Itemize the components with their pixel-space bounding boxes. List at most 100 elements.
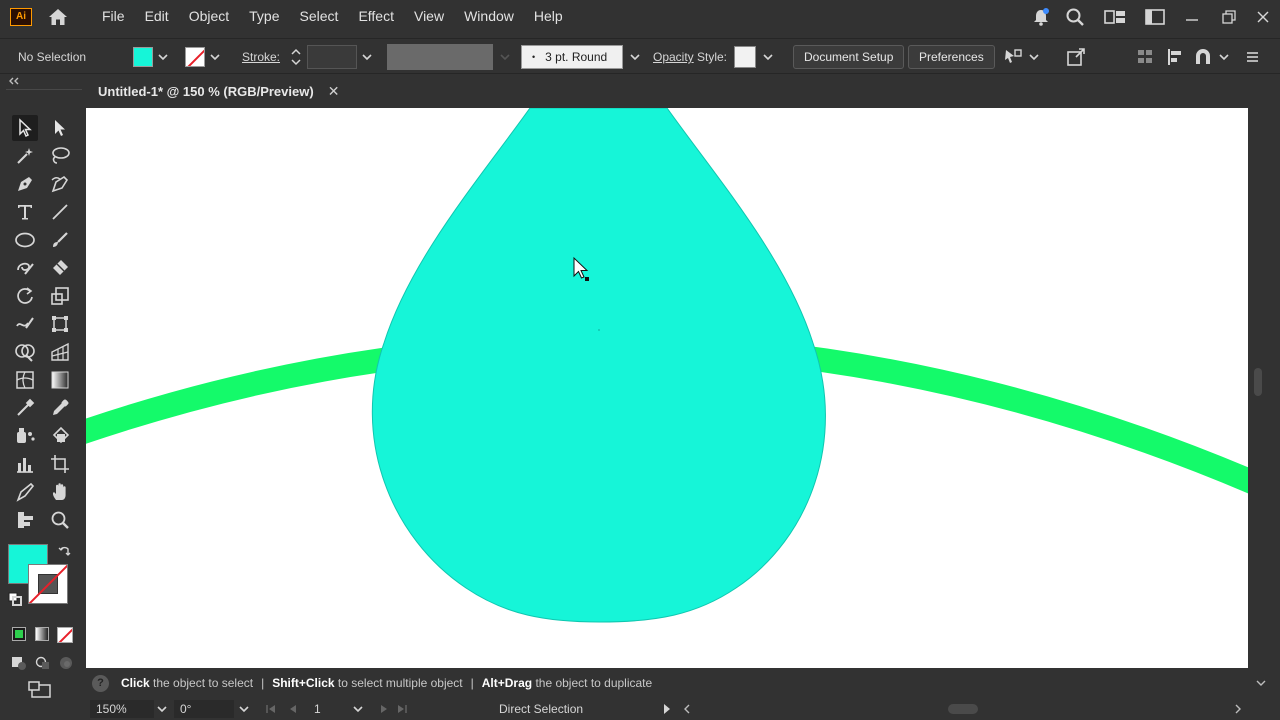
previous-artboard-icon[interactable] (286, 703, 302, 715)
menu-effect[interactable]: Effect (348, 0, 404, 33)
restore-icon[interactable] (1212, 0, 1246, 33)
scroll-right-arrow-icon[interactable] (1233, 698, 1243, 720)
zoom-tool-icon[interactable] (47, 507, 73, 533)
chevron-down-icon[interactable] (238, 703, 250, 715)
chevron-down-icon[interactable] (762, 51, 774, 63)
line-segment-tool-icon[interactable] (47, 199, 73, 225)
search-icon[interactable] (1058, 0, 1092, 33)
zoom-field[interactable]: 150% (90, 700, 154, 718)
graphic-style-control[interactable] (734, 39, 774, 75)
live-paint-bucket-tool-icon[interactable] (47, 423, 73, 449)
rotation-control[interactable]: 0° (174, 698, 250, 720)
scroll-down-arrow-icon[interactable] (1256, 678, 1266, 688)
magic-wand-tool-icon[interactable] (12, 143, 38, 169)
collapse-toolbar-icon[interactable] (8, 77, 20, 85)
transform-panel-icon[interactable] (1166, 39, 1184, 75)
chevron-down-icon[interactable] (499, 51, 511, 63)
notifications-icon[interactable] (1024, 0, 1058, 33)
menu-window[interactable]: Window (454, 0, 524, 33)
hand-tool-icon[interactable] (47, 479, 73, 505)
chevron-down-icon[interactable] (157, 51, 169, 63)
selection-tool-icon[interactable] (12, 115, 38, 141)
menu-object[interactable]: Object (179, 0, 239, 33)
chevron-down-icon[interactable] (156, 703, 168, 715)
last-artboard-icon[interactable] (394, 703, 410, 715)
blend-tool-icon[interactable] (12, 395, 38, 421)
free-transform-tool-icon[interactable] (47, 311, 73, 337)
workspace-icon[interactable] (1092, 0, 1138, 33)
warp-tool-icon[interactable] (12, 311, 38, 337)
draw-inside-icon[interactable] (58, 655, 76, 671)
select-similar-icon[interactable] (1002, 47, 1024, 67)
chevron-down-icon[interactable] (361, 51, 373, 63)
document-setup-button[interactable]: Document Setup (793, 45, 905, 69)
none-mode-icon[interactable] (57, 627, 73, 643)
menu-type[interactable]: Type (239, 0, 289, 33)
minimize-icon[interactable] (1172, 0, 1212, 33)
stepper-arrows-icon[interactable] (289, 46, 303, 68)
pen-tool-icon[interactable] (12, 171, 38, 197)
scroll-left-arrow-icon[interactable] (682, 698, 692, 720)
first-artboard-icon[interactable] (264, 703, 280, 715)
color-mode-icon[interactable] (12, 627, 26, 641)
scale-tool-icon[interactable] (47, 283, 73, 309)
perspective-grid-tool-icon[interactable] (47, 339, 73, 365)
vertical-scroll-thumb[interactable] (1254, 368, 1262, 396)
type-tool-icon[interactable] (12, 199, 38, 225)
chevron-down-icon[interactable] (352, 703, 364, 715)
help-icon[interactable]: ? (92, 674, 109, 692)
gradient-mode-icon[interactable] (35, 627, 49, 641)
column-graph-tool-icon[interactable] (12, 451, 38, 477)
chevron-down-icon[interactable] (1218, 51, 1230, 63)
chevron-down-icon[interactable] (629, 51, 641, 63)
opacity-label[interactable]: Opacity (653, 39, 694, 75)
rotate-tool-icon[interactable] (12, 283, 38, 309)
arrange-documents-icon[interactable] (1138, 0, 1172, 33)
shape-builder-options[interactable] (1192, 39, 1230, 75)
draw-behind-icon[interactable] (34, 655, 52, 671)
chevron-down-icon[interactable] (1028, 51, 1040, 63)
stroke-color-box[interactable] (28, 564, 68, 604)
preferences-button[interactable]: Preferences (908, 45, 995, 69)
next-artboard-icon[interactable] (376, 703, 392, 715)
paintbrush-tool-icon[interactable] (47, 227, 73, 253)
start-global-edit-icon[interactable] (1066, 39, 1086, 75)
vertical-scrollbar[interactable] (1248, 108, 1280, 668)
zoom-control[interactable]: 150% (90, 698, 168, 720)
artboard-number-field[interactable]: 1 (308, 700, 350, 718)
stroke-label[interactable]: Stroke: (242, 39, 280, 75)
swap-fill-stroke-icon[interactable] (58, 544, 72, 558)
brush-definition[interactable]: • 3 pt. Round (521, 39, 641, 75)
align-panel-icon[interactable] (1136, 39, 1154, 75)
graphic-style-swatch[interactable] (734, 46, 756, 68)
menu-edit[interactable]: Edit (135, 0, 179, 33)
menu-view[interactable]: View (404, 0, 454, 33)
gradient-tool-icon[interactable] (47, 367, 73, 393)
lasso-tool-icon[interactable] (47, 143, 73, 169)
default-fill-stroke-icon[interactable] (8, 592, 22, 606)
shaper-tool-icon[interactable] (12, 255, 38, 281)
teal-drop-shape[interactable] (371, 108, 826, 623)
shape-builder-tool-icon[interactable] (12, 339, 38, 365)
curvature-tool-icon[interactable] (47, 171, 73, 197)
eyedropper-tool-icon[interactable] (47, 395, 73, 421)
fill-swatch-control[interactable] (133, 39, 169, 75)
select-similar-control[interactable] (1002, 39, 1040, 75)
magnet-icon[interactable] (1192, 47, 1214, 67)
home-icon[interactable] (46, 5, 70, 29)
document-tab[interactable]: Untitled-1* @ 150 % (RGB/Preview) ✕ (86, 75, 352, 108)
symbol-sprayer-tool-icon[interactable] (12, 423, 38, 449)
menu-help[interactable]: Help (524, 0, 573, 33)
stroke-weight-field[interactable] (307, 45, 357, 69)
horizontal-scroll-thumb[interactable] (948, 698, 978, 720)
stroke-none-swatch[interactable] (185, 47, 205, 67)
slice-tool-icon[interactable] (12, 479, 38, 505)
chevron-down-icon[interactable] (209, 51, 221, 63)
variable-width-field[interactable] (387, 44, 493, 70)
stroke-weight-stepper[interactable] (289, 39, 373, 75)
variable-width-profile[interactable] (387, 39, 511, 75)
direct-selection-tool-icon[interactable] (47, 115, 73, 141)
artboard-tool-icon[interactable] (47, 451, 73, 477)
ellipse-tool-icon[interactable] (12, 227, 38, 253)
status-menu-arrow-icon[interactable] (662, 698, 672, 720)
